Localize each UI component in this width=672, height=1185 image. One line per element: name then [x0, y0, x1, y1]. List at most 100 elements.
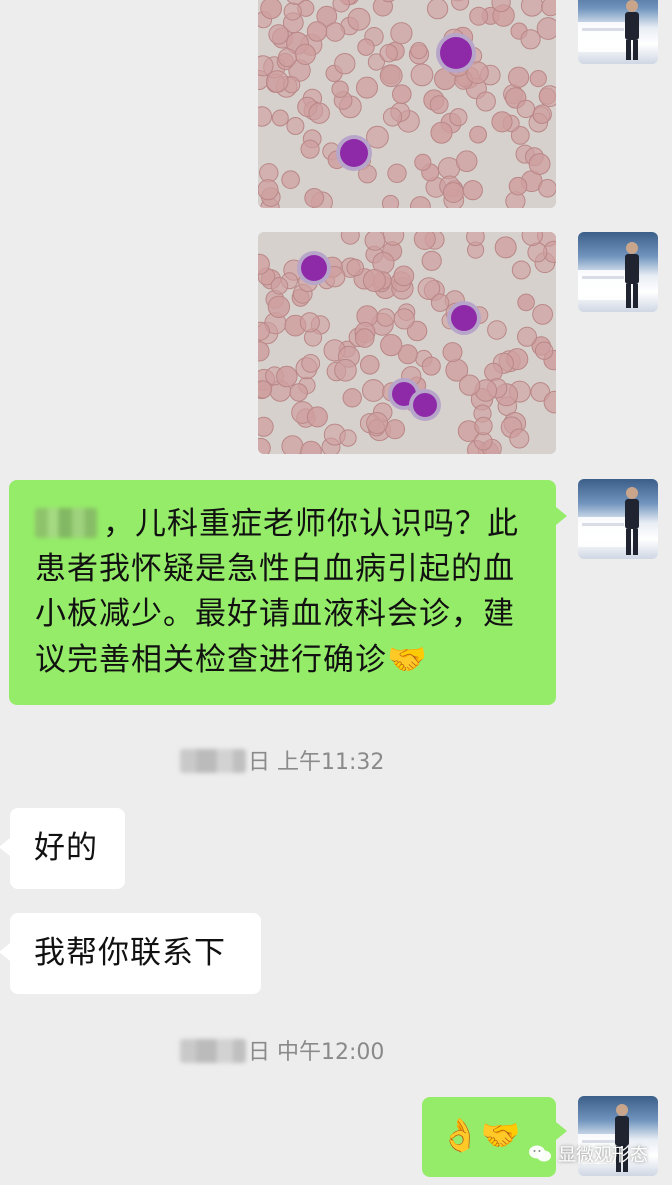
- red-blood-cell: [362, 269, 386, 292]
- red-blood-cell: [258, 416, 274, 437]
- message-text: ，儿科重症老师你认识吗？此患者我怀疑是急性白血病引起的血小板减少。最好请血液科会…: [35, 506, 519, 678]
- red-blood-cell: [466, 232, 485, 247]
- blast-cell-nucleus: [340, 139, 368, 167]
- red-blood-cell: [516, 99, 536, 119]
- avatar-self[interactable]: [578, 479, 658, 559]
- watermark-text: 显微观形态: [558, 1145, 648, 1166]
- red-blood-cell: [300, 139, 320, 159]
- red-blood-cell: [430, 121, 453, 144]
- red-blood-cell: [260, 0, 282, 20]
- timestamp-text: 日 上午11:32: [248, 750, 385, 775]
- red-blood-cell: [331, 80, 349, 98]
- watermark: 显微观形态: [528, 1141, 648, 1167]
- red-blood-cell: [536, 17, 556, 40]
- avatar-self[interactable]: [578, 0, 658, 64]
- red-blood-cell: [517, 326, 537, 347]
- red-blood-cell: [449, 108, 468, 127]
- avatar-image: [578, 242, 639, 308]
- red-blood-cell: [392, 84, 412, 104]
- red-blood-cell: [382, 107, 403, 127]
- red-blood-cell: [357, 38, 375, 56]
- red-blood-cell: [534, 341, 554, 360]
- red-blood-cell: [299, 312, 320, 333]
- blood-smear-image: [258, 0, 556, 208]
- red-blood-cell: [475, 91, 496, 112]
- red-blood-cell: [511, 260, 531, 280]
- red-blood-cell: [532, 304, 554, 325]
- red-blood-cell: [360, 355, 380, 375]
- red-blood-cell: [334, 52, 356, 75]
- red-blood-cell: [474, 416, 493, 436]
- handshake-emoji: 🤝: [387, 640, 428, 678]
- red-blood-cell: [517, 293, 535, 312]
- red-blood-cell: [270, 277, 289, 295]
- red-blood-cell: [491, 111, 513, 133]
- red-blood-cell: [289, 383, 308, 402]
- red-blood-cell: [271, 109, 289, 127]
- avatar-image: [578, 487, 639, 555]
- red-blood-cell: [258, 380, 273, 399]
- blast-cell-nucleus: [301, 255, 327, 281]
- bubble-tail: [0, 943, 10, 961]
- red-blood-cell: [277, 48, 297, 68]
- red-blood-cell: [520, 0, 544, 17]
- bubble-tail: [0, 838, 10, 856]
- red-blood-cell: [308, 102, 330, 124]
- red-blood-cell: [339, 429, 357, 447]
- red-blood-cell: [469, 6, 489, 26]
- red-blood-cell: [387, 163, 407, 184]
- red-blood-cell: [442, 182, 464, 203]
- red-blood-cell: [421, 356, 441, 376]
- red-blood-cell: [276, 365, 298, 388]
- redacted-name: [35, 508, 97, 538]
- red-blood-cell: [442, 342, 463, 363]
- message-text: 我帮你联系下: [34, 935, 226, 971]
- red-blood-cell: [356, 76, 378, 99]
- red-blood-cell: [342, 388, 362, 408]
- red-blood-cell: [494, 236, 517, 259]
- red-blood-cell: [268, 24, 289, 45]
- red-blood-cell: [508, 66, 530, 88]
- blast-cell-nucleus: [413, 393, 437, 417]
- bubble-tail: [556, 1122, 567, 1140]
- red-blood-cell: [376, 308, 395, 327]
- red-blood-cell: [334, 358, 357, 382]
- message-text: 好的: [34, 830, 98, 866]
- red-blood-cell: [429, 95, 449, 114]
- red-blood-cell: [258, 179, 279, 201]
- red-blood-cell: [381, 194, 400, 208]
- red-blood-cell: [414, 153, 432, 171]
- red-blood-cell: [462, 180, 483, 201]
- red-blood-cell: [427, 0, 449, 20]
- avatar-self[interactable]: [578, 232, 658, 312]
- red-blood-cell: [508, 176, 528, 196]
- red-blood-cell: [306, 406, 328, 428]
- red-blood-cell: [286, 117, 305, 135]
- image-message-smear-2[interactable]: [258, 232, 556, 454]
- red-blood-cell: [281, 435, 304, 454]
- red-blood-cell: [379, 64, 403, 88]
- red-blood-cell: [529, 70, 547, 88]
- red-blood-cell: [410, 42, 428, 60]
- blast-cell-nucleus: [440, 37, 472, 69]
- red-blood-cell: [393, 265, 415, 287]
- red-blood-cell: [267, 295, 291, 319]
- received-text-message[interactable]: 我帮你联系下: [10, 913, 261, 994]
- received-text-message[interactable]: 好的: [10, 808, 125, 889]
- red-blood-cell: [283, 2, 302, 21]
- red-blood-cell: [520, 29, 541, 50]
- timestamp: 日 上午11:32: [180, 744, 384, 776]
- red-blood-cell: [372, 0, 393, 17]
- red-blood-cell: [469, 125, 488, 144]
- handshake-emoji: 🤝: [480, 1116, 522, 1154]
- timestamp-text: 日 中午12:00: [248, 1040, 385, 1065]
- image-message-smear-1[interactable]: [258, 0, 556, 208]
- sent-text-message[interactable]: ，儿科重症老师你认识吗？此患者我怀疑是急性白血病引起的血小板减少。最好请血液科会…: [9, 480, 556, 705]
- red-blood-cell: [362, 379, 385, 402]
- red-blood-cell: [390, 22, 413, 45]
- red-blood-cell: [380, 334, 403, 357]
- red-blood-cell: [410, 63, 434, 87]
- avatar-image: [578, 0, 639, 60]
- red-blood-cell: [346, 258, 364, 277]
- red-blood-cell: [487, 320, 507, 340]
